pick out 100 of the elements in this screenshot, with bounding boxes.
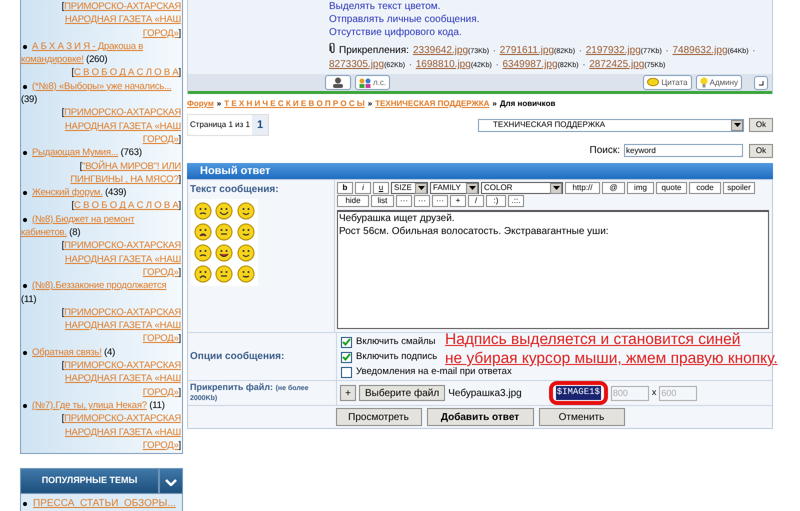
format-button[interactable]: code bbox=[689, 182, 721, 194]
collapse-button[interactable] bbox=[159, 468, 183, 494]
format-button[interactable]: spoiler bbox=[723, 182, 755, 194]
attachment-link[interactable]: 2197932.jpg bbox=[586, 44, 641, 57]
format-button[interactable]: hide bbox=[337, 195, 369, 207]
attachment-link[interactable]: 2791611.jpg bbox=[500, 44, 554, 57]
bullet-icon bbox=[23, 191, 27, 196]
forum-tag[interactable]: ["ВОЙНА МИРОВ"! ИЛИ ПИНГВИНЫ , НА МЯСО?] bbox=[59, 160, 181, 186]
smiley-icon[interactable] bbox=[236, 223, 255, 241]
format-button[interactable]: :) bbox=[486, 195, 506, 207]
topic-entry[interactable]: (№8).Беззаконие продолжается (11) bbox=[21, 279, 181, 306]
format-button[interactable]: u bbox=[373, 182, 389, 194]
topic-entry[interactable]: А Б Х А З И Я - Дракоша в командировке! (260) bbox=[21, 40, 181, 66]
choose-file-button[interactable]: Выберите файл bbox=[359, 385, 446, 401]
forum-tag[interactable]: [ПРИМОРСКО-АХТАРСКАЯ НАРОДНАЯ ГАЗЕТА «НАШ ГОРОД»] bbox=[59, 239, 181, 280]
option-label: Включить подпись bbox=[356, 350, 438, 364]
topic-entry[interactable]: Рыдающая Мумия... (763) bbox=[21, 146, 181, 160]
forum-tag[interactable]: [ПРИМОРСКО-АХТАРСКАЯ НАРОДНАЯ ГАЗЕТА «НАШ ГОРОД»] bbox=[59, 412, 181, 452]
format-button[interactable]: quote bbox=[656, 182, 687, 194]
topic-entry[interactable]: (*№8) «Выборы» уже начались... (39) bbox=[21, 80, 181, 106]
format-button[interactable]: b bbox=[337, 182, 353, 194]
format-button[interactable]: ··· bbox=[396, 195, 412, 207]
format-button[interactable]: .::. bbox=[508, 195, 524, 207]
scroll-top-button[interactable] bbox=[754, 76, 768, 90]
topic-entry[interactable]: (№8).Бюджет на ремонт кабинетов. (8) bbox=[21, 212, 181, 240]
form-button[interactable]: Отменить bbox=[538, 408, 624, 426]
height-field[interactable]: 600 bbox=[659, 386, 698, 400]
forum-tag[interactable]: [ПРИМОРСКО-АХТАРСКАЯ НАРОДНАЯ ГАЗЕТА «НАШ ГОРОД»] bbox=[59, 106, 181, 146]
form-button[interactable]: Добавить ответ bbox=[426, 408, 534, 426]
lightbulb-icon bbox=[700, 77, 708, 88]
format-button[interactable]: img bbox=[627, 182, 654, 194]
search-field[interactable]: keyword bbox=[624, 144, 743, 157]
report-button[interactable]: Админу bbox=[696, 75, 742, 90]
forum-tag[interactable]: [ПРИМОРСКО-АХТАРСКАЯ НАРОДНАЯ ГАЗЕТА «НАШ ГОРОД»] bbox=[59, 359, 181, 399]
forum-select[interactable]: ТЕХНИЧЕСКАЯ ПОДДЕРЖКА bbox=[478, 118, 744, 132]
forum-tag[interactable]: [С В О Б О Д А С Л О В А] bbox=[59, 66, 181, 80]
format-button[interactable]: @ bbox=[602, 182, 625, 194]
add-file-button[interactable]: + bbox=[340, 385, 356, 401]
attachment-link[interactable]: 1698810.jpg bbox=[416, 58, 471, 71]
forum-tag[interactable]: [С В О Б О Д А С Л О В А] bbox=[59, 199, 181, 213]
smiley-icon[interactable] bbox=[194, 244, 212, 262]
breadcrumb-current: Для новичков bbox=[500, 99, 556, 109]
smiley-icon[interactable] bbox=[194, 265, 212, 283]
smiley-icon[interactable] bbox=[194, 202, 212, 220]
attachment-link[interactable]: 2339642.jpg bbox=[412, 44, 468, 57]
format-button[interactable]: + bbox=[450, 195, 466, 207]
format-button[interactable]: ··· bbox=[414, 195, 430, 207]
popular-header: ПОПУЛЯРНЫЕ ТЕМЫ bbox=[20, 468, 159, 494]
file-name: Чебурашка3.jpg bbox=[448, 386, 522, 400]
image-tag[interactable]: $IMAGE1$ bbox=[556, 386, 601, 400]
separator-dot: · bbox=[582, 59, 586, 71]
message-field[interactable]: Чебурашка ищет друзей. Рост 56см. Обильная волосатость. Экстравагантные уши: bbox=[337, 210, 769, 329]
bullet-icon bbox=[23, 350, 27, 355]
topic-entry[interactable]: (№7).Где ты, улица Некая? (11) bbox=[21, 398, 181, 412]
smiley-icon[interactable] bbox=[215, 202, 234, 220]
bullet-icon bbox=[23, 84, 27, 89]
format-button[interactable]: i bbox=[355, 182, 371, 194]
ok-button[interactable]: Ok bbox=[749, 118, 773, 132]
bullet-icon bbox=[23, 44, 27, 49]
format-button[interactable]: / bbox=[468, 195, 484, 207]
separator-dot: · bbox=[496, 59, 498, 71]
forum-tag[interactable]: [ПРИМОРСКО-АХТАРСКАЯ НАРОДНАЯ ГАЗЕТА «НАШ ГОРОД»] bbox=[59, 306, 181, 346]
smiley-icon[interactable] bbox=[236, 202, 255, 220]
bullet-icon bbox=[23, 502, 27, 506]
profile-button[interactable] bbox=[325, 75, 351, 90]
format-button[interactable]: http:// bbox=[565, 182, 600, 194]
bullet-icon bbox=[23, 404, 27, 408]
breadcrumb-separator: » bbox=[368, 99, 372, 109]
people-icon bbox=[359, 78, 371, 88]
smiley-icon[interactable] bbox=[215, 223, 234, 241]
smiley-icon[interactable] bbox=[215, 244, 234, 262]
option-checkbox[interactable] bbox=[341, 366, 352, 378]
option-checkbox[interactable] bbox=[341, 336, 352, 348]
forum-tag[interactable]: [ПРИМОРСКО-АХТАРСКАЯ НАРОДНАЯ ГАЗЕТА «НАШ ГОРОД»] bbox=[59, 0, 181, 40]
topic-entry[interactable]: Обратная связь! (4) bbox=[21, 346, 181, 360]
options-label: Опции сообщения: bbox=[190, 350, 284, 364]
smiley-icon[interactable] bbox=[236, 265, 255, 283]
quote-button[interactable]: Цитата bbox=[643, 75, 692, 90]
pm-button[interactable]: л.с. bbox=[355, 75, 390, 90]
separator-dot: · bbox=[579, 45, 582, 57]
attachment-link[interactable]: 7489632.jpg bbox=[672, 44, 728, 57]
form-button[interactable]: Просмотреть bbox=[336, 408, 422, 426]
ok-button[interactable]: Ok bbox=[749, 144, 773, 158]
smiley-icon[interactable] bbox=[215, 265, 234, 283]
separator-dot: · bbox=[409, 59, 412, 71]
attachment-link[interactable]: 8273305.jpg bbox=[329, 58, 384, 71]
annotation-text: не убирая курсор мыши, жмем правую кнопку. bbox=[445, 349, 778, 367]
attachment-link[interactable]: 6349987.jpg bbox=[502, 58, 558, 71]
format-select[interactable]: FAMILY bbox=[430, 182, 479, 194]
format-select[interactable]: COLOR bbox=[481, 182, 563, 194]
option-checkbox[interactable] bbox=[341, 352, 352, 362]
format-select[interactable]: SIZE bbox=[391, 182, 428, 194]
topic-entry[interactable]: Женский форум. (439) bbox=[21, 186, 181, 200]
smiley-icon[interactable] bbox=[236, 244, 255, 262]
width-field[interactable]: 800 bbox=[610, 386, 649, 400]
format-button[interactable]: list bbox=[371, 195, 394, 207]
format-button[interactable]: ··· bbox=[432, 195, 448, 207]
page-link[interactable]: 1 bbox=[252, 115, 268, 135]
smiley-icon[interactable] bbox=[194, 223, 212, 241]
attachment-link[interactable]: 2872425.jpg bbox=[589, 58, 644, 71]
